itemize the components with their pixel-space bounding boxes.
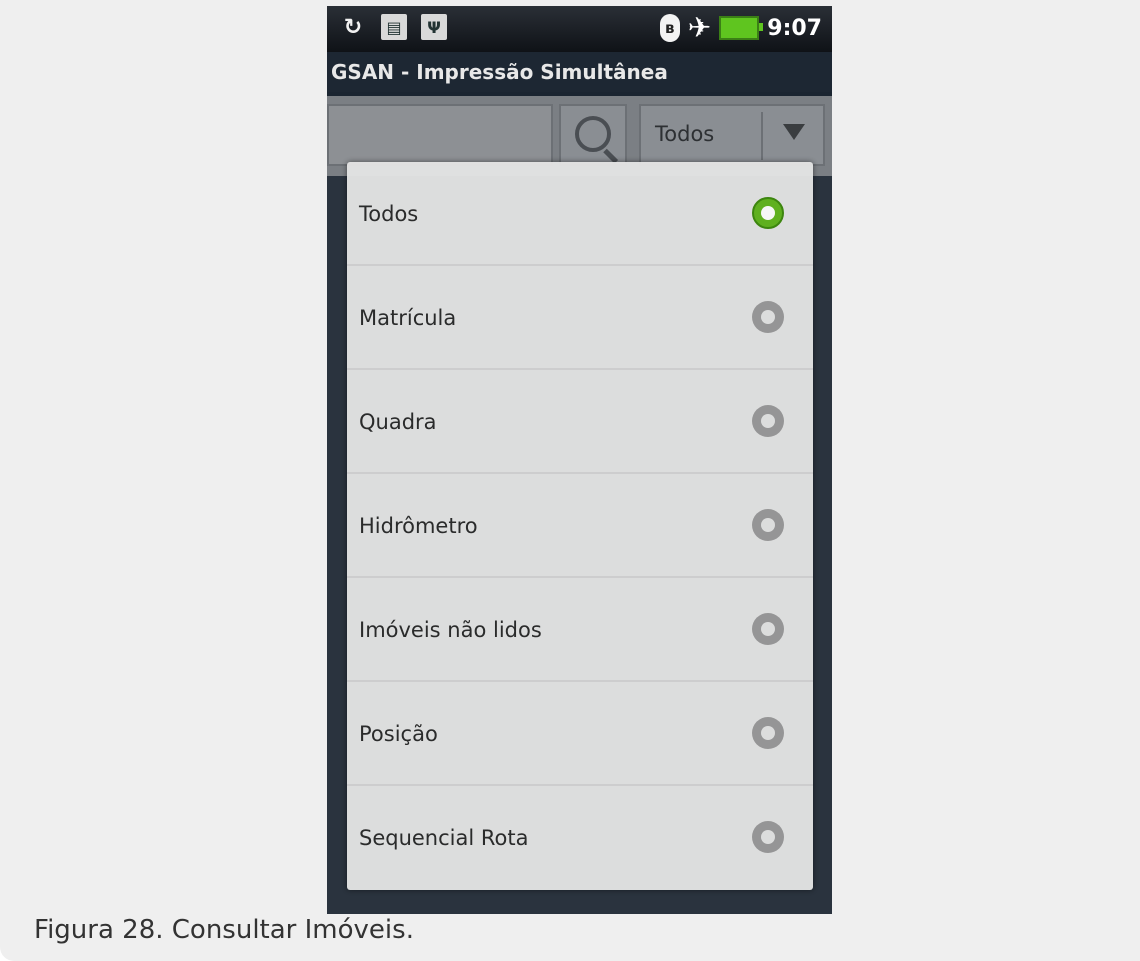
chevron-down-icon — [783, 124, 805, 140]
option-label: Hidrômetro — [359, 514, 478, 538]
sd-card-icon: ▤ — [381, 14, 407, 40]
radio-unchecked-icon[interactable] — [752, 301, 784, 333]
search-button[interactable] — [559, 104, 627, 166]
filter-options-dialog: Todos Matrícula Quadra Hidrômetro Imóvei… — [347, 162, 813, 890]
option-matricula[interactable]: Matrícula — [347, 266, 813, 370]
filter-dropdown[interactable]: Todos — [639, 104, 825, 166]
option-label: Posição — [359, 722, 438, 746]
option-quadra[interactable]: Quadra — [347, 370, 813, 474]
option-hidrometro[interactable]: Hidrômetro — [347, 474, 813, 578]
usb-icon: Ψ — [421, 14, 447, 40]
option-todos[interactable]: Todos — [347, 162, 813, 266]
option-posicao[interactable]: Posição — [347, 682, 813, 786]
option-label: Quadra — [359, 410, 437, 434]
option-label: Matrícula — [359, 306, 457, 330]
phone-screenshot: ↻ ▤ Ψ ʙ ✈ 9:07 GSAN - Impressão Simultân… — [327, 6, 832, 914]
option-label: Sequencial Rota — [359, 826, 529, 850]
app-title: GSAN - Impressão Simultânea — [327, 52, 832, 92]
radio-unchecked-icon[interactable] — [752, 821, 784, 853]
filter-selected-value: Todos — [655, 122, 715, 146]
sync-icon: ↻ — [343, 14, 363, 40]
radio-checked-icon[interactable] — [752, 197, 784, 229]
figure-caption: Figura 28. Consultar Imóveis. — [34, 915, 414, 945]
airplane-mode-icon: ✈ — [687, 11, 712, 44]
option-sequencial-rota[interactable]: Sequencial Rota — [347, 786, 813, 890]
radio-unchecked-icon[interactable] — [752, 509, 784, 541]
option-imoveis-nao-lidos[interactable]: Imóveis não lidos — [347, 578, 813, 682]
search-icon — [575, 116, 611, 152]
search-input[interactable] — [327, 104, 553, 166]
radio-unchecked-icon[interactable] — [752, 613, 784, 645]
option-label: Imóveis não lidos — [359, 618, 542, 642]
radio-unchecked-icon[interactable] — [752, 717, 784, 749]
status-time: 9:07 — [767, 15, 822, 41]
figure-container: ↻ ▤ Ψ ʙ ✈ 9:07 GSAN - Impressão Simultân… — [0, 0, 1140, 961]
battery-charging-icon — [719, 16, 764, 40]
bluetooth-icon: ʙ — [659, 14, 680, 42]
status-bar: ↻ ▤ Ψ ʙ ✈ 9:07 — [327, 6, 832, 52]
radio-unchecked-icon[interactable] — [752, 405, 784, 437]
option-label: Todos — [359, 202, 419, 226]
